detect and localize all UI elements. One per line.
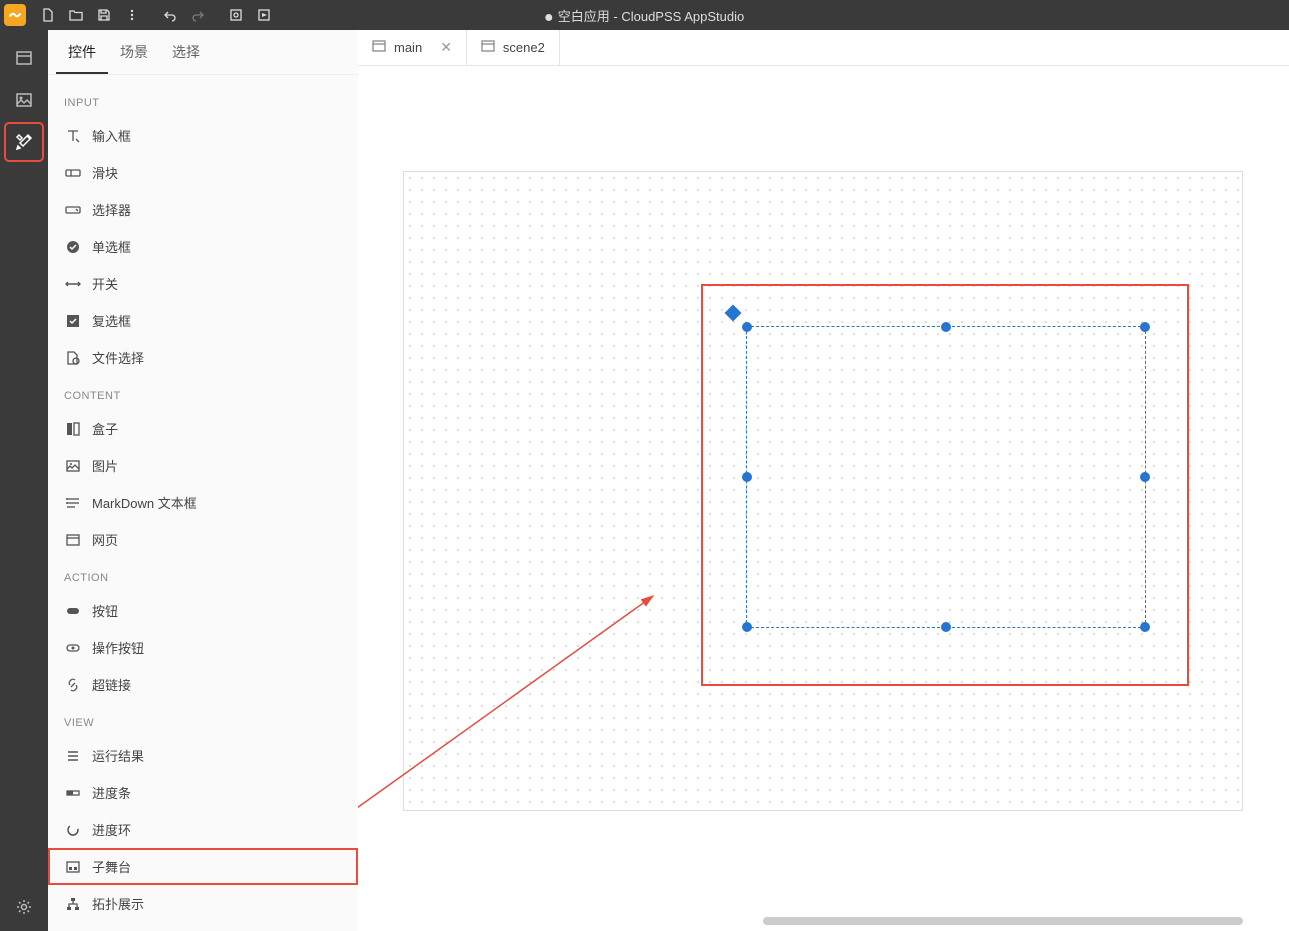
left-rail xyxy=(0,30,48,931)
widget-markdown[interactable]: MarkDown 文本框 xyxy=(48,484,358,521)
run-icon[interactable] xyxy=(250,1,278,29)
scene-icon xyxy=(372,39,386,56)
widget-radio[interactable]: 单选框 xyxy=(48,228,358,265)
scene-tabs: main ✕ scene2 xyxy=(358,30,1289,66)
scene-tab-scene2[interactable]: scene2 xyxy=(467,30,560,65)
resize-handle-tr[interactable] xyxy=(1140,322,1150,332)
section-head-input: INPUT xyxy=(48,83,358,117)
section-head-action: ACTION xyxy=(48,558,358,592)
section-head-content: CONTENT xyxy=(48,376,358,410)
select-icon xyxy=(64,201,82,219)
selected-widget[interactable] xyxy=(746,326,1146,628)
markdown-icon xyxy=(64,494,82,512)
save-icon[interactable] xyxy=(90,1,118,29)
widget-topology[interactable]: 拓扑展示 xyxy=(48,885,358,922)
box-icon xyxy=(64,420,82,438)
rail-page-icon[interactable] xyxy=(6,40,42,76)
selection-highlight xyxy=(703,286,1187,684)
resize-handle-ml[interactable] xyxy=(742,472,752,482)
widget-selector[interactable]: 选择器 xyxy=(48,191,358,228)
rail-assets-icon[interactable] xyxy=(6,82,42,118)
tab-select[interactable]: 选择 xyxy=(160,30,212,74)
top-toolbar: 空白应用 - CloudPSS AppStudio xyxy=(0,0,1289,30)
resize-handle-tc[interactable] xyxy=(941,322,951,332)
checkbox-icon xyxy=(64,312,82,330)
widget-sub-stage[interactable]: 子舞台 xyxy=(48,848,358,885)
file-icon xyxy=(64,349,82,367)
resize-handle-tl[interactable] xyxy=(742,322,752,332)
widget-button[interactable]: 按钮 xyxy=(48,592,358,629)
close-tab-icon[interactable]: ✕ xyxy=(440,39,452,56)
widgets-panel: 控件 场景 选择 INPUT 输入框 滑块 选择器 单选框 开关 复选框 文件选… xyxy=(48,30,358,931)
horizontal-scrollbar[interactable] xyxy=(763,917,1243,925)
scene-icon xyxy=(481,39,495,56)
slider-icon xyxy=(64,164,82,182)
scene-tab-main[interactable]: main ✕ xyxy=(358,30,467,65)
resize-handle-br[interactable] xyxy=(1140,622,1150,632)
sub-stage-icon xyxy=(64,858,82,876)
redo-icon[interactable] xyxy=(184,1,212,29)
widget-file-picker[interactable]: 文件选择 xyxy=(48,339,358,376)
result-icon xyxy=(64,747,82,765)
radio-icon xyxy=(64,238,82,256)
webpage-icon xyxy=(64,531,82,549)
widget-webpage[interactable]: 网页 xyxy=(48,521,358,558)
preview-icon[interactable] xyxy=(222,1,250,29)
widget-progress-bar[interactable]: 进度条 xyxy=(48,774,358,811)
tab-widgets[interactable]: 控件 xyxy=(56,30,108,74)
app-logo-icon xyxy=(4,4,26,26)
more-icon[interactable] xyxy=(118,1,146,29)
resize-handle-bc[interactable] xyxy=(941,622,951,632)
widget-action-button[interactable]: 操作按钮 xyxy=(48,629,358,666)
rail-settings-icon[interactable] xyxy=(6,889,42,925)
topology-icon xyxy=(64,895,82,913)
button-icon xyxy=(64,602,82,620)
rail-tools-icon[interactable] xyxy=(6,124,42,160)
switch-icon xyxy=(64,275,82,293)
text-input-icon xyxy=(64,127,82,145)
resize-handle-bl[interactable] xyxy=(742,622,752,632)
window-title: 空白应用 - CloudPSS AppStudio xyxy=(545,6,744,25)
widget-switch[interactable]: 开关 xyxy=(48,265,358,302)
editor-area: main ✕ scene2 xyxy=(358,30,1289,931)
rotate-handle[interactable] xyxy=(725,305,742,322)
open-folder-icon[interactable] xyxy=(62,1,90,29)
panel-tabs: 控件 场景 选择 xyxy=(48,30,358,75)
progress-bar-icon xyxy=(64,784,82,802)
widget-slider[interactable]: 滑块 xyxy=(48,154,358,191)
widget-checkbox[interactable]: 复选框 xyxy=(48,302,358,339)
widget-run-result[interactable]: 运行结果 xyxy=(48,737,358,774)
widget-image[interactable]: 图片 xyxy=(48,447,358,484)
widget-box[interactable]: 盒子 xyxy=(48,410,358,447)
action-button-icon xyxy=(64,639,82,657)
canvas[interactable] xyxy=(358,66,1289,931)
section-head-view: VIEW xyxy=(48,703,358,737)
resize-handle-mr[interactable] xyxy=(1140,472,1150,482)
new-file-icon[interactable] xyxy=(34,1,62,29)
widget-input-text[interactable]: 输入框 xyxy=(48,117,358,154)
widget-progress-ring[interactable]: 进度环 xyxy=(48,811,358,848)
widget-hyperlink[interactable]: 超链接 xyxy=(48,666,358,703)
link-icon xyxy=(64,676,82,694)
progress-ring-icon xyxy=(64,821,82,839)
image-icon xyxy=(64,457,82,475)
tab-scenes[interactable]: 场景 xyxy=(108,30,160,74)
undo-icon[interactable] xyxy=(156,1,184,29)
